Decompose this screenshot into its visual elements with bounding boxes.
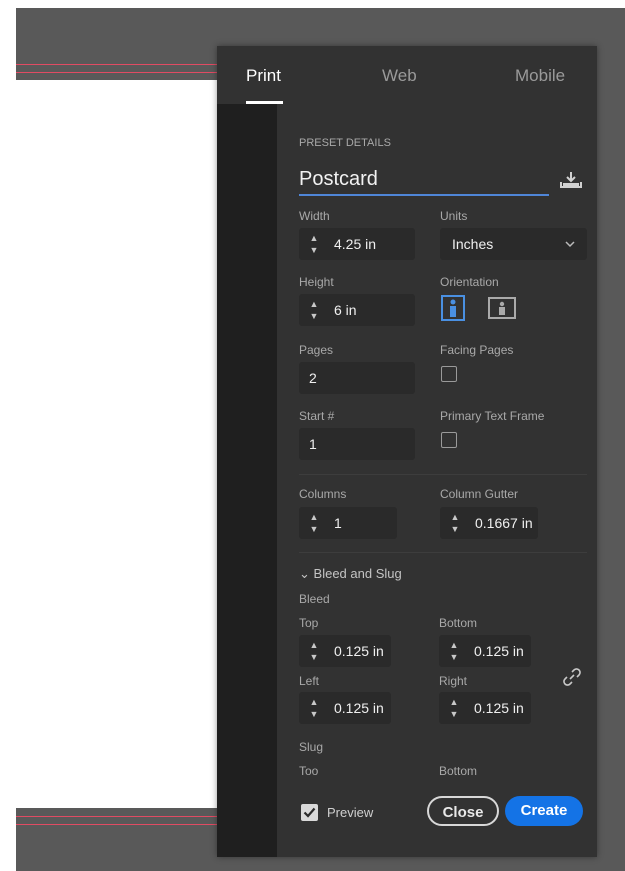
chevron-up-icon[interactable]: ▲ — [307, 696, 321, 708]
width-field[interactable]: ▲ ▼ 4.25 in — [299, 228, 415, 260]
bleed-right-label: Right — [439, 674, 468, 688]
bleed-right-value[interactable]: 0.125 in — [474, 700, 524, 716]
chevron-up-icon[interactable]: ▲ — [447, 639, 461, 651]
gutter-stepper[interactable]: ▲ ▼ — [448, 511, 462, 535]
chevron-down-icon[interactable]: ▼ — [307, 244, 321, 256]
bleed-right-stepper[interactable]: ▲ ▼ — [447, 696, 461, 720]
width-label: Width — [299, 209, 330, 223]
close-button[interactable]: Close — [427, 796, 499, 826]
units-label: Units — [440, 209, 468, 223]
primary-text-frame-label: Primary Text Frame — [440, 409, 545, 423]
chevron-down-icon: ⌄ — [299, 566, 310, 581]
bleed-top-value[interactable]: 0.125 in — [334, 643, 384, 659]
preset-name-input[interactable]: Postcard — [299, 164, 549, 196]
facing-pages-checkbox[interactable] — [441, 366, 457, 382]
section-divider — [299, 474, 587, 475]
chevron-up-icon[interactable]: ▲ — [448, 511, 462, 523]
bleed-bottom-field[interactable]: ▲ ▼ 0.125 in — [439, 635, 531, 667]
section-divider — [299, 552, 587, 553]
bleed-guide-top-2 — [16, 72, 226, 73]
tab-web[interactable]: Web — [382, 66, 417, 86]
units-value: Inches — [452, 236, 494, 252]
bleed-left-value[interactable]: 0.125 in — [334, 700, 384, 716]
column-gutter-label: Column Gutter — [440, 487, 519, 501]
columns-field[interactable]: ▲ ▼ 1 — [299, 507, 397, 539]
bleed-bottom-stepper[interactable]: ▲ ▼ — [447, 639, 461, 663]
chevron-down-icon[interactable]: ▼ — [448, 523, 462, 535]
landscape-orientation-icon[interactable] — [487, 294, 517, 322]
primary-text-frame-checkbox[interactable] — [441, 432, 457, 448]
start-number-field[interactable]: 1 — [299, 428, 415, 460]
bleed-guide-bottom-1 — [16, 816, 226, 817]
column-gutter-field[interactable]: ▲ ▼ 0.1667 in — [440, 507, 538, 539]
bleed-left-field[interactable]: ▲ ▼ 0.125 in — [299, 692, 391, 724]
columns-label: Columns — [299, 487, 347, 501]
chevron-down-icon[interactable]: ▼ — [307, 523, 321, 535]
chevron-down-icon[interactable]: ▼ — [307, 708, 321, 720]
chevron-up-icon[interactable]: ▲ — [307, 639, 321, 651]
pages-label: Pages — [299, 343, 334, 357]
bleed-bottom-label: Bottom — [439, 616, 478, 630]
bleed-top-label: Top — [299, 616, 319, 630]
height-stepper[interactable]: ▲ ▼ — [307, 298, 321, 322]
document-page — [16, 80, 226, 808]
link-icon[interactable] — [563, 668, 581, 686]
chevron-down-icon[interactable]: ▼ — [447, 708, 461, 720]
save-preset-icon[interactable] — [559, 170, 583, 190]
chevron-down-icon[interactable]: ▼ — [447, 651, 461, 663]
bleed-guide-bottom-2 — [16, 824, 226, 825]
chevron-down-icon[interactable]: ▼ — [307, 310, 321, 322]
columns-stepper[interactable]: ▲ ▼ — [307, 511, 321, 535]
chevron-down-icon[interactable]: ▼ — [307, 651, 321, 663]
height-field[interactable]: ▲ ▼ 6 in — [299, 294, 415, 326]
height-label: Height — [299, 275, 334, 289]
tab-mobile[interactable]: Mobile — [515, 66, 565, 86]
chevron-down-icon — [565, 241, 575, 248]
tab-print[interactable]: Print — [246, 66, 281, 86]
start-number-value[interactable]: 1 — [309, 436, 317, 452]
pages-field[interactable]: 2 — [299, 362, 415, 394]
create-button[interactable]: Create — [505, 796, 583, 826]
bleed-left-stepper[interactable]: ▲ ▼ — [307, 696, 321, 720]
start-number-label: Start # — [299, 409, 335, 423]
units-select[interactable]: Inches — [440, 228, 587, 260]
chevron-up-icon[interactable]: ▲ — [307, 232, 321, 244]
bleed-slug-label: Bleed and Slug — [313, 566, 402, 581]
facing-pages-label: Facing Pages — [440, 343, 514, 357]
portrait-orientation-icon[interactable] — [440, 294, 466, 322]
checkmark-icon — [303, 807, 316, 818]
bleed-bottom-value[interactable]: 0.125 in — [474, 643, 524, 659]
column-gutter-value[interactable]: 0.1667 in — [475, 515, 533, 531]
bleed-label: Bleed — [299, 592, 330, 606]
chevron-up-icon[interactable]: ▲ — [307, 298, 321, 310]
preview-label[interactable]: Preview — [327, 805, 373, 820]
bleed-guide-top-1 — [16, 64, 226, 65]
pages-value[interactable]: 2 — [309, 370, 317, 386]
width-value[interactable]: 4.25 in — [334, 236, 376, 252]
bleed-right-field[interactable]: ▲ ▼ 0.125 in — [439, 692, 531, 724]
orientation-label: Orientation — [440, 275, 499, 289]
bleed-left-label: Left — [299, 674, 320, 688]
height-value[interactable]: 6 in — [334, 302, 357, 318]
slug-top-label: Too — [299, 764, 319, 778]
active-tab-indicator — [246, 101, 283, 104]
chevron-up-icon[interactable]: ▲ — [447, 696, 461, 708]
new-document-dialog: Print Web Mobile PRESET DETAILS Postcard… — [217, 46, 597, 857]
bleed-top-field[interactable]: ▲ ▼ 0.125 in — [299, 635, 391, 667]
bleed-top-stepper[interactable]: ▲ ▼ — [307, 639, 321, 663]
preview-checkbox[interactable] — [301, 804, 318, 821]
preset-details-heading: PRESET DETAILS — [299, 137, 391, 149]
width-stepper[interactable]: ▲ ▼ — [307, 232, 321, 256]
slug-label: Slug — [299, 740, 324, 754]
preset-list-strip — [217, 104, 277, 857]
bleed-slug-toggle[interactable]: ⌄ Bleed and Slug — [299, 566, 402, 582]
pasteboard: Print Web Mobile PRESET DETAILS Postcard… — [16, 8, 625, 871]
columns-value[interactable]: 1 — [334, 515, 342, 531]
chevron-up-icon[interactable]: ▲ — [307, 511, 321, 523]
slug-bottom-label: Bottom — [439, 764, 478, 778]
